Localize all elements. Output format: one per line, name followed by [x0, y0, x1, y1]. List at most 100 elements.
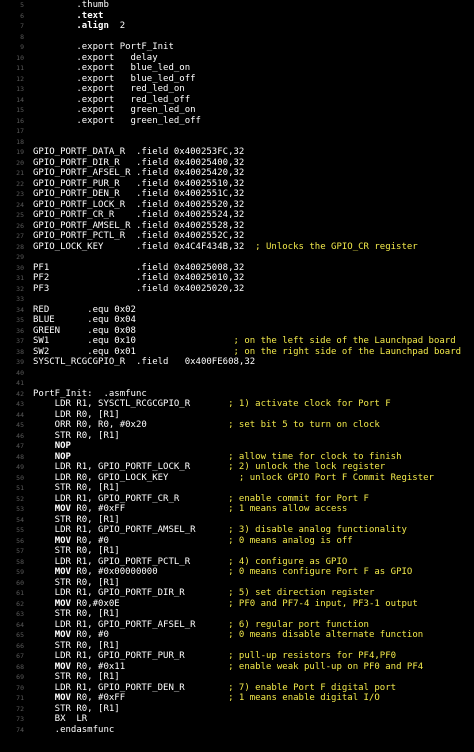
code-line[interactable]: 48 NOP ; allow time for clock to finish [0, 452, 474, 463]
code-line[interactable]: 7 .align 2 [0, 21, 474, 32]
code-line[interactable]: 62 MOV R0,#0x0E ; PF0 and PF7-4 input, P… [0, 599, 474, 610]
line-code[interactable]: .export delay [33, 53, 157, 64]
code-line[interactable]: 55 LDR R1, GPIO_PORTF_AMSEL_R ; 3) disab… [0, 525, 474, 536]
code-line[interactable]: 39 SYSCTL_RCGCGPIO_R .field 0x400FE608,32 [0, 357, 474, 368]
code-line[interactable]: 13 .export red_led_on [0, 84, 474, 95]
line-code[interactable]: .endasmfunc [33, 725, 115, 736]
code-line[interactable]: 44 LDR R0, [R1] [0, 410, 474, 421]
code-line[interactable]: 59 MOV R0, #0x00000000 ; 0 means configu… [0, 567, 474, 578]
line-code[interactable]: LDR R1, GPIO_PORTF_PCTL_R ; 4) configure… [33, 557, 348, 568]
code-line[interactable]: 6 .text [0, 11, 474, 22]
code-line[interactable]: 65 MOV R0, #0 ; 0 means disable alternat… [0, 630, 474, 641]
line-code[interactable]: LDR R1, GPIO_PORTF_LOCK_R ; 2) unlock th… [33, 462, 386, 473]
code-line[interactable]: 61 LDR R1, GPIO_PORTF_DIR_R ; 5) set dir… [0, 588, 474, 599]
line-code[interactable]: LDR R1, GPIO_PORTF_CR_R ; enable commit … [33, 494, 369, 505]
line-code[interactable]: LDR R1, SYSCTL_RCGCGPIO_R ; 1) activate … [33, 399, 391, 410]
code-line[interactable]: 11 .export blue_led_on [0, 63, 474, 74]
line-code[interactable]: MOV R0, #0xFF ; 1 means allow access [33, 504, 348, 515]
code-line[interactable]: 30 PF1 .field 0x40025008,32 [0, 263, 474, 274]
line-code[interactable]: .export red_led_on [33, 84, 184, 95]
code-line[interactable]: 52 LDR R1, GPIO_PORTF_CR_R ; enable comm… [0, 494, 474, 505]
line-code[interactable]: GPIO_PORTF_DIR_R .field 0x40025400,32 [33, 158, 244, 169]
line-code[interactable]: GREEN .equ 0x08 [33, 326, 136, 337]
line-code[interactable]: STR R0, [R1] [33, 609, 120, 620]
code-editor[interactable]: 5 .thumb 6 .text 7 .align 289 .export Port… [0, 0, 474, 752]
code-line[interactable]: 51 STR R0, [R1] [0, 483, 474, 494]
code-line[interactable]: 10 .export delay [0, 53, 474, 64]
line-code[interactable]: MOV R0, #0 ; 0 means disable alternate f… [33, 630, 423, 641]
line-code[interactable]: ORR R0, R0, #0x20 ; set bit 5 to turn on… [33, 420, 380, 431]
line-code[interactable]: .align 2 [33, 21, 125, 32]
line-code[interactable]: GPIO_LOCK_KEY .field 0x4C4F434B,32 ; Unl… [33, 242, 418, 253]
line-code[interactable]: GPIO_PORTF_LOCK_R .field 0x40025520,32 [33, 200, 244, 211]
code-line[interactable]: 27 GPIO_PORTF_PCTL_R .field 0x4002552C,32 [0, 231, 474, 242]
code-line[interactable]: 70 LDR R1, GPIO_PORTF_DEN_R ; 7) enable … [0, 683, 474, 694]
line-code[interactable]: LDR R1, GPIO_PORTF_DIR_R ; 5) set direct… [33, 588, 375, 599]
code-line[interactable]: 41 [0, 378, 474, 389]
code-line[interactable]: 18 [0, 137, 474, 148]
code-line[interactable]: 12 .export blue_led_off [0, 74, 474, 85]
line-code[interactable]: .export blue_led_off [33, 74, 195, 85]
line-code[interactable]: STR R0, [R1] [33, 672, 120, 683]
line-code[interactable]: STR R0, [R1] [33, 431, 120, 442]
line-code[interactable]: .thumb [33, 0, 109, 11]
line-code[interactable]: GPIO_PORTF_DATA_R .field 0x400253FC,32 [33, 147, 244, 158]
line-code[interactable]: .export green_led_off [33, 116, 201, 127]
code-line[interactable]: 57 STR R0, [R1] [0, 546, 474, 557]
code-line[interactable]: 31 PF2 .field 0x40025010,32 [0, 273, 474, 284]
line-code[interactable]: GPIO_PORTF_AMSEL_R .field 0x40025528,32 [33, 221, 244, 232]
code-line[interactable]: 45 ORR R0, R0, #0x20 ; set bit 5 to turn… [0, 420, 474, 431]
line-code[interactable]: .export PortF_Init [33, 42, 174, 53]
code-line[interactable]: 25 GPIO_PORTF_CR_R .field 0x40025524,32 [0, 210, 474, 221]
line-code[interactable]: STR R0, [R1] [33, 546, 120, 557]
code-line[interactable]: 17 [0, 126, 474, 137]
code-line[interactable]: 40 [0, 368, 474, 379]
code-line[interactable]: 34 RED .equ 0x02 [0, 305, 474, 316]
code-line[interactable]: 63 STR R0, [R1] [0, 609, 474, 620]
line-code[interactable]: PF3 .field 0x40025020,32 [33, 284, 244, 295]
line-code[interactable]: GPIO_PORTF_CR_R .field 0x40025524,32 [33, 210, 244, 221]
line-code[interactable]: STR R0, [R1] [33, 704, 120, 715]
line-code[interactable]: RED .equ 0x02 [33, 305, 136, 316]
line-code[interactable]: PF2 .field 0x40025010,32 [33, 273, 244, 284]
line-code[interactable]: MOV R0,#0x0E ; PF0 and PF7-4 input, PF3-… [33, 599, 418, 610]
line-code[interactable]: GPIO_PORTF_PCTL_R .field 0x4002552C,32 [33, 231, 244, 242]
code-line[interactable]: 64 LDR R1, GPIO_PORTF_AFSEL_R ; 6) regul… [0, 620, 474, 631]
line-code[interactable]: STR R0, [R1] [33, 515, 120, 526]
code-line[interactable]: 20 GPIO_PORTF_DIR_R .field 0x40025400,32 [0, 158, 474, 169]
line-code[interactable]: MOV R0, #0x00000000 ; 0 means configure … [33, 567, 413, 578]
line-code[interactable]: LDR R1, GPIO_PORTF_AFSEL_R ; 6) regular … [33, 620, 369, 631]
code-line[interactable]: 71 MOV R0, #0xFF ; 1 means enable digita… [0, 693, 474, 704]
code-line[interactable]: 46 STR R0, [R1] [0, 431, 474, 442]
line-code[interactable]: .text [33, 11, 103, 22]
code-line[interactable]: 43 LDR R1, SYSCTL_RCGCGPIO_R ; 1) activa… [0, 399, 474, 410]
line-code[interactable]: LDR R1, GPIO_PORTF_AMSEL_R ; 3) disable … [33, 525, 407, 536]
code-line[interactable]: 23 GPIO_PORTF_DEN_R .field 0x4002551C,32 [0, 189, 474, 200]
code-line[interactable]: 66 STR R0, [R1] [0, 641, 474, 652]
line-code[interactable]: NOP [33, 441, 71, 452]
line-code[interactable]: BX LR [33, 714, 88, 725]
code-line[interactable]: 49 LDR R1, GPIO_PORTF_LOCK_R ; 2) unlock… [0, 462, 474, 473]
code-line[interactable]: 36 GREEN .equ 0x08 [0, 326, 474, 337]
code-line[interactable]: 33 [0, 294, 474, 305]
line-code[interactable]: SW2 .equ 0x01 ; on the right side of the… [33, 347, 461, 358]
line-code[interactable]: .export red_led_off [33, 95, 190, 106]
line-code[interactable]: SW1 .equ 0x10 ; on the left side of the … [33, 336, 456, 347]
code-line[interactable]: 47 NOP [0, 441, 474, 452]
code-line[interactable]: 28 GPIO_LOCK_KEY .field 0x4C4F434B,32 ; U… [0, 242, 474, 253]
code-line[interactable]: 69 STR R0, [R1] [0, 672, 474, 683]
code-line[interactable]: 60 STR R0, [R1] [0, 578, 474, 589]
line-code[interactable]: .export blue_led_on [33, 63, 190, 74]
code-line[interactable]: 53 MOV R0, #0xFF ; 1 means allow access [0, 504, 474, 515]
code-line[interactable]: 29 [0, 252, 474, 263]
code-line[interactable]: 68 MOV R0, #0x11 ; enable weak pull-up o… [0, 662, 474, 673]
line-code[interactable]: STR R0, [R1] [33, 483, 120, 494]
line-code[interactable]: GPIO_PORTF_DEN_R .field 0x4002551C,32 [33, 189, 244, 200]
code-line[interactable]: 14 .export red_led_off [0, 95, 474, 106]
code-line[interactable]: 26 GPIO_PORTF_AMSEL_R .field 0x40025528,3… [0, 221, 474, 232]
code-line[interactable]: 15 .export green_led_on [0, 105, 474, 116]
line-code[interactable]: STR R0, [R1] [33, 578, 120, 589]
code-line[interactable]: 37 SW1 .equ 0x10 ; on the left side of th… [0, 336, 474, 347]
code-line[interactable]: 19 GPIO_PORTF_DATA_R .field 0x400253FC,32 [0, 147, 474, 158]
code-line[interactable]: 5 .thumb [0, 0, 474, 11]
